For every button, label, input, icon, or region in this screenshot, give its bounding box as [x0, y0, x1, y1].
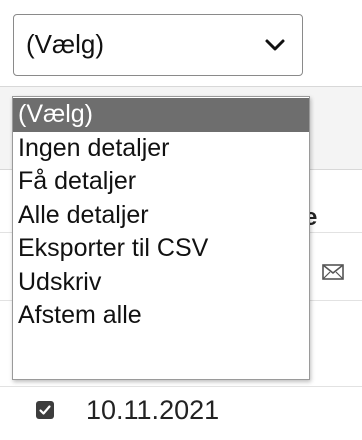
- checkbox-checked-icon[interactable]: [36, 401, 54, 419]
- chevron-down-icon: [264, 37, 286, 53]
- option-all-details[interactable]: Alle detaljer: [13, 199, 309, 233]
- option-export-csv[interactable]: Eksporter til CSV: [13, 232, 309, 266]
- option-few-details[interactable]: Få detaljer: [13, 165, 309, 199]
- option-print[interactable]: Udskriv: [13, 266, 309, 300]
- select-dropdown-list: (Vælg) Ingen detaljer Få detaljer Alle d…: [12, 96, 310, 380]
- action-select[interactable]: (Vælg): [13, 14, 303, 76]
- table-row: 10.11.2021: [0, 388, 362, 438]
- mail-icon[interactable]: [322, 264, 344, 280]
- option-no-details[interactable]: Ingen detaljer: [13, 132, 309, 166]
- row-divider: [0, 386, 362, 387]
- option-choose[interactable]: (Vælg): [13, 98, 309, 132]
- option-reconcile-all[interactable]: Afstem alle: [13, 299, 309, 333]
- select-value: (Vælg): [26, 29, 105, 59]
- row-date: 10.11.2021: [86, 395, 220, 425]
